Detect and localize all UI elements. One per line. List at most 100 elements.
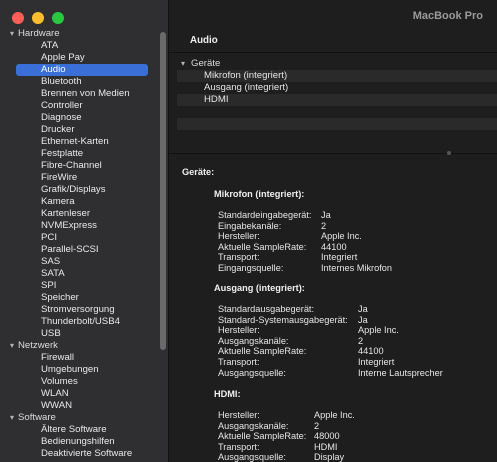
sidebar-group-software[interactable]: ▾ Software <box>0 412 160 424</box>
chevron-down-icon[interactable]: ▾ <box>181 58 191 70</box>
sidebar-item-apple-pay[interactable]: Apple Pay <box>0 52 160 64</box>
sidebar-group-label: Netzwerk <box>18 340 58 351</box>
chevron-down-icon[interactable]: ▾ <box>6 412 18 424</box>
sidebar-tree: ▾ Hardware ATA Apple Pay Audio Bluetooth Brenn… <box>0 28 160 460</box>
zoom-window-button[interactable] <box>52 12 64 24</box>
property-value: 2 <box>321 221 327 231</box>
sidebar-item-sata[interactable]: SATA <box>0 268 160 280</box>
property-value: HDMI <box>314 442 338 452</box>
property-value: 48000 <box>314 431 340 441</box>
window-title: MacBook Pro <box>412 10 483 22</box>
property-key: Aktuelle SampleRate: <box>218 242 307 252</box>
sidebar-item-thunderbolt-usb4[interactable]: Thunderbolt/USB4 <box>0 316 160 328</box>
sidebar-item-bluetooth[interactable]: Bluetooth <box>0 76 160 88</box>
property-key: Aktuelle SampleRate: <box>218 431 307 441</box>
list-group-geraete[interactable]: ▾ Geräte <box>177 58 497 70</box>
sidebar-item-wlan[interactable]: WLAN <box>0 388 160 400</box>
property-value: 2 <box>314 421 320 431</box>
sidebar-item-spi[interactable]: SPI <box>0 280 160 292</box>
empty-row <box>177 106 497 118</box>
sidebar-item-firewire[interactable]: FireWire <box>0 172 160 184</box>
close-window-button[interactable] <box>12 12 24 24</box>
sidebar-item-pci[interactable]: PCI <box>0 232 160 244</box>
property-key: Ausgangskanäle: <box>218 336 289 346</box>
property-value: Interne Lautsprecher <box>358 368 443 378</box>
property-key: Ausgangskanäle: <box>218 421 289 431</box>
property-key: Standard-Systemausgabegerät: <box>218 315 348 325</box>
sidebar-item-deaktivierte-software[interactable]: Deaktivierte Software <box>0 448 160 460</box>
sidebar-group-hardware[interactable]: ▾ Hardware <box>0 28 160 40</box>
sidebar-item-kartenleser[interactable]: Kartenleser <box>0 208 160 220</box>
sidebar-item-volumes[interactable]: Volumes <box>0 376 160 388</box>
sidebar-item-controller[interactable]: Controller <box>0 100 160 112</box>
property-value: Apple Inc. <box>314 410 355 420</box>
property-value: 2 <box>358 336 364 346</box>
property-value: Apple Inc. <box>321 231 362 241</box>
property-key: Hersteller: <box>218 410 260 420</box>
list-item[interactable]: Ausgang (integriert) <box>177 82 497 94</box>
sidebar-scrollbar[interactable] <box>160 32 166 350</box>
property-value: Internes Mikrofon <box>321 263 392 273</box>
sidebar-item-kamera[interactable]: Kamera <box>0 196 160 208</box>
sidebar-item-audio[interactable]: Audio <box>16 64 148 76</box>
property-key: Transport: <box>218 442 260 452</box>
sidebar-item-bedienungshilfen[interactable]: Bedienungshilfen <box>0 436 160 448</box>
split-handle[interactable] <box>447 151 451 155</box>
sidebar-item-grafik-displays[interactable]: Grafik/Displays <box>0 184 160 196</box>
property-value: 44100 <box>321 242 347 252</box>
sidebar-item-usb[interactable]: USB <box>0 328 160 340</box>
property-value: Integriert <box>358 357 395 367</box>
sidebar-item-umgebungen[interactable]: Umgebungen <box>0 364 160 376</box>
sidebar-item-diagnose[interactable]: Diagnose <box>0 112 160 124</box>
sidebar-item-brennen-von-medien[interactable]: Brennen von Medien <box>0 88 160 100</box>
list-item[interactable]: HDMI <box>177 94 497 106</box>
sidebar-item-ältere-software[interactable]: Ältere Software <box>0 424 160 436</box>
property-key: Standardeingabegerät: <box>218 210 312 220</box>
chevron-down-icon[interactable]: ▾ <box>6 340 18 352</box>
sidebar-group-netzwerk[interactable]: ▾ Netzwerk <box>0 340 160 352</box>
title-bar: MacBook Pro <box>169 0 497 30</box>
sidebar-item-festplatte[interactable]: Festplatte <box>0 148 160 160</box>
sidebar-item-ethernet-karten[interactable]: Ethernet-Karten <box>0 136 160 148</box>
detail-heading: Geräte: <box>182 167 215 177</box>
property-value: Ja <box>321 210 331 220</box>
property-key: Standardausgabegerät: <box>218 304 315 314</box>
sidebar-item-nvmexpress[interactable]: NVMExpress <box>0 220 160 232</box>
sidebar-item-stromversorgung[interactable]: Stromversorgung <box>0 304 160 316</box>
property-key: Transport: <box>218 357 260 367</box>
property-key: Ausgangsquelle: <box>218 368 286 378</box>
empty-row <box>177 130 497 142</box>
sidebar-item-speicher[interactable]: Speicher <box>0 292 160 304</box>
main-panel: MacBook Pro Audio ▾ Geräte Mikrofon (integ… <box>169 0 497 462</box>
property-key: Hersteller: <box>218 325 260 335</box>
device-list: ▾ Geräte Mikrofon (integriert) Ausgang (int… <box>177 58 497 142</box>
minimize-window-button[interactable] <box>32 12 44 24</box>
sidebar-item-wwan[interactable]: WWAN <box>0 400 160 412</box>
section-header: Audio <box>169 30 497 53</box>
property-value: Ja <box>358 304 368 314</box>
property-value: Integriert <box>321 252 358 262</box>
property-key: Aktuelle SampleRate: <box>218 346 307 356</box>
property-value: 44100 <box>358 346 384 356</box>
property-value: Display <box>314 452 345 462</box>
chevron-down-icon[interactable]: ▾ <box>6 28 18 40</box>
property-value: Apple Inc. <box>358 325 399 335</box>
sidebar-item-parallel-scsi[interactable]: Parallel-SCSI <box>0 244 160 256</box>
sidebar-item-fibre-channel[interactable]: Fibre-Channel <box>0 160 160 172</box>
property-key: Transport: <box>218 252 260 262</box>
sidebar-item-sas[interactable]: SAS <box>0 256 160 268</box>
list-group-label: Geräte <box>191 58 221 69</box>
sidebar-item-firewall[interactable]: Firewall <box>0 352 160 364</box>
window-controls <box>12 12 64 24</box>
sidebar-group-label: Hardware <box>18 28 60 39</box>
sidebar-item-ata[interactable]: ATA <box>0 40 160 52</box>
device-name: Mikrofon (integriert): <box>214 189 305 199</box>
section-title: Audio <box>190 35 218 46</box>
property-key: Eingangsquelle: <box>218 263 284 273</box>
sidebar: ▾ Hardware ATA Apple Pay Audio Bluetooth Brenn… <box>0 0 169 462</box>
sidebar-item-drucker[interactable]: Drucker <box>0 124 160 136</box>
device-name: HDMI: <box>214 389 241 399</box>
list-item[interactable]: Mikrofon (integriert) <box>177 70 497 82</box>
property-key: Hersteller: <box>218 231 260 241</box>
sidebar-group-label: Software <box>18 412 56 423</box>
